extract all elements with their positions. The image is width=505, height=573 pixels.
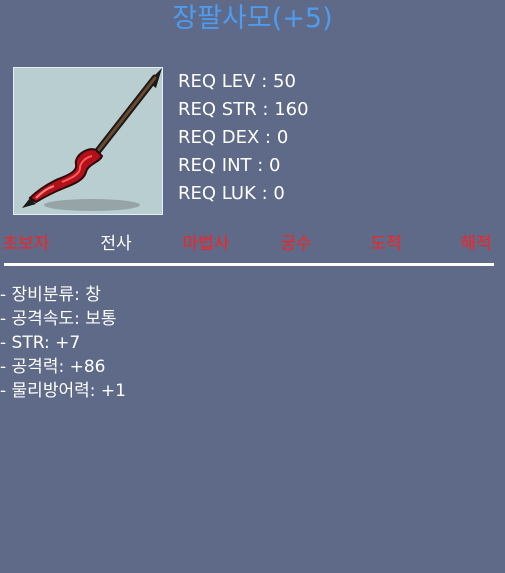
req-int: REQ INT : 0: [178, 155, 281, 176]
job-magician: 마법사: [182, 234, 230, 254]
item-icon-frame: [13, 67, 163, 215]
req-luk: REQ LUK : 0: [178, 183, 285, 204]
requirements-list: REQ LEV : 50 REQ STR : 160 REQ DEX : 0 R…: [178, 68, 498, 208]
item-stats: - 장비분류: 창 - 공격속도: 보통 - STR: +7 - 공격력: +8…: [0, 283, 500, 403]
stat-category: - 장비분류: 창: [0, 285, 101, 305]
stat-str: - STR: +7: [0, 333, 81, 353]
req-str: REQ STR : 160: [178, 99, 309, 120]
stat-attack-speed: - 공격속도: 보통: [0, 309, 117, 329]
item-name: 장팔사모(+5): [172, 3, 333, 34]
stat-defense: - 물리방어력: +1: [0, 381, 126, 401]
job-warrior: 전사: [100, 234, 132, 254]
job-pirate: 해적: [460, 234, 492, 254]
divider: [4, 263, 494, 266]
red-spear-icon: [22, 68, 162, 211]
req-dex: REQ DEX : 0: [178, 127, 289, 148]
stat-attack: - 공격력: +86: [0, 357, 106, 377]
req-level: REQ LEV : 50: [178, 71, 296, 92]
job-thief: 도적: [370, 234, 402, 254]
job-beginner: 초보자: [2, 234, 50, 254]
job-bowman: 궁수: [280, 234, 312, 254]
job-list: 초보자 전사 마법사 궁수 도적 해적: [0, 229, 505, 259]
